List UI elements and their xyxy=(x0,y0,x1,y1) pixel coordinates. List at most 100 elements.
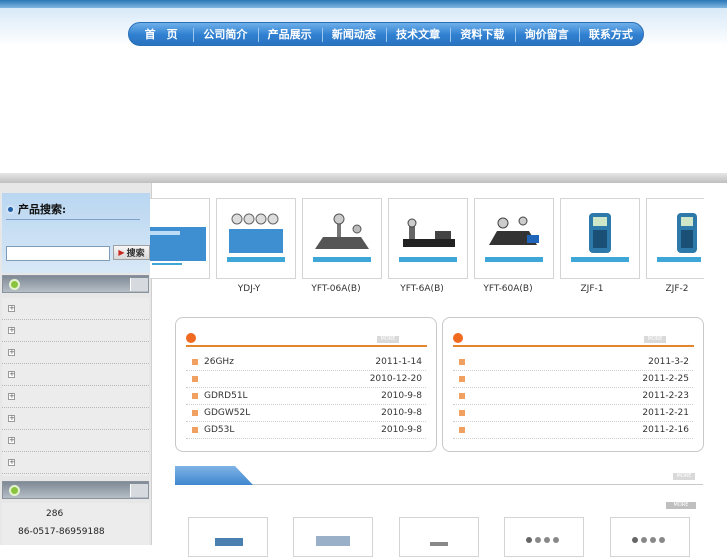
arrow-right-icon: ▶ xyxy=(118,248,125,257)
news-title[interactable]: 26GHz xyxy=(204,357,234,367)
product-thumb[interactable] xyxy=(610,517,690,557)
product-image xyxy=(485,216,543,262)
news-title[interactable]: GDRD51L xyxy=(204,391,248,401)
product-label[interactable]: ZJF-2 xyxy=(637,284,717,294)
news-date: 2010-12-20 xyxy=(369,374,422,384)
nav-home[interactable]: 首 页 xyxy=(129,26,193,42)
nav-tech-articles[interactable]: 技术文章 xyxy=(386,26,450,42)
category-item[interactable]: + xyxy=(2,364,149,386)
news-row[interactable]: GDRD51L 2010-9-8 xyxy=(186,388,426,405)
more-button[interactable]: MORE xyxy=(377,336,399,343)
product-card[interactable] xyxy=(388,198,468,279)
plus-icon: + xyxy=(8,458,15,466)
section-tab xyxy=(175,466,253,485)
bullet-icon xyxy=(459,427,465,433)
contact-line: 286 xyxy=(46,509,64,519)
product-label[interactable]: ZJF-1 xyxy=(552,284,632,294)
product-card[interactable] xyxy=(560,198,640,279)
plus-icon: + xyxy=(8,370,15,378)
bullet-icon xyxy=(192,393,198,399)
product-image xyxy=(632,537,665,543)
bullet-icon xyxy=(453,333,463,343)
category-item[interactable]: + xyxy=(2,320,149,342)
nav-contact[interactable]: 联系方式 xyxy=(578,26,643,42)
news-date: 2010-9-8 xyxy=(381,425,422,435)
news-date: 2011-2-25 xyxy=(642,374,689,384)
category-item[interactable]: + xyxy=(2,430,149,452)
product-card[interactable] xyxy=(150,198,210,279)
news-row[interactable]: GDGW52L 2010-9-8 xyxy=(186,405,426,422)
category-item[interactable]: + xyxy=(2,408,149,430)
bullet-icon xyxy=(192,410,198,416)
news-panel-right: MORE 2011-3-2 2011-2-25 2011-2-23 2011-2… xyxy=(442,317,704,452)
news-title[interactable]: GDGW52L xyxy=(204,408,250,418)
news-row[interactable]: 2011-2-23 xyxy=(453,388,693,405)
section-header: MORE xyxy=(175,466,703,485)
search-button[interactable]: ▶ 搜索 xyxy=(113,245,150,260)
news-row[interactable]: 2011-2-25 xyxy=(453,371,693,388)
product-image xyxy=(526,537,559,543)
banner-divider xyxy=(0,173,727,183)
more-button[interactable]: MORE xyxy=(673,473,695,480)
news-row[interactable]: GD53L 2010-9-8 xyxy=(186,422,426,439)
category-list: + + + + + + + + xyxy=(2,298,149,476)
news-date: 2011-3-2 xyxy=(648,357,689,367)
category-item[interactable]: + xyxy=(2,342,149,364)
category-item[interactable]: + xyxy=(2,386,149,408)
product-thumb[interactable] xyxy=(293,517,373,557)
news-row[interactable]: 2010-12-20 xyxy=(186,371,426,388)
product-card[interactable] xyxy=(474,198,554,279)
more-button[interactable]: MORE xyxy=(644,336,666,343)
plus-icon: + xyxy=(8,304,15,312)
more-button[interactable]: MORE xyxy=(666,502,696,509)
product-image xyxy=(657,213,701,262)
nav-downloads[interactable]: 资料下载 xyxy=(450,26,514,42)
category-header xyxy=(2,275,149,293)
news-panel-left: MORE 26GHz 2011-1-14 2010-12-20 GDRD51L … xyxy=(175,317,437,452)
nav-news[interactable]: 新闻动态 xyxy=(321,26,386,42)
product-thumb[interactable] xyxy=(504,517,584,557)
contact-header xyxy=(2,481,149,499)
bullet-icon xyxy=(459,393,465,399)
product-card[interactable] xyxy=(302,198,382,279)
bullet-icon xyxy=(192,359,198,365)
bullet-icon xyxy=(9,279,20,290)
header: 首 页 公司简介 产品展示 新闻动态 技术文章 资料下载 询价留言 联系方式 xyxy=(0,8,727,46)
product-label[interactable]: YDJ-Y xyxy=(209,284,289,294)
product-image xyxy=(399,218,457,262)
search-title-label: 产品搜索: xyxy=(18,203,67,216)
news-row[interactable]: 2011-2-21 xyxy=(453,405,693,422)
news-title[interactable]: GD53L xyxy=(204,425,234,435)
news-date: 2011-2-21 xyxy=(642,408,689,418)
top-strip xyxy=(0,0,727,8)
product-search-panel: 产品搜索: ▶ 搜索 xyxy=(2,193,150,273)
news-header: MORE xyxy=(186,333,427,347)
category-item[interactable]: + xyxy=(2,298,149,320)
nav-products[interactable]: 产品展示 xyxy=(257,26,322,42)
news-row[interactable]: 2011-3-2 xyxy=(453,354,693,371)
search-input[interactable] xyxy=(6,246,110,261)
product-card[interactable] xyxy=(646,198,704,279)
nav-inquiry[interactable]: 询价留言 xyxy=(514,26,579,42)
bullet-icon xyxy=(186,333,196,343)
contact-phone: 86-0517-86959188 xyxy=(18,527,105,537)
nav-about[interactable]: 公司简介 xyxy=(193,26,257,42)
product-label[interactable]: YFT-06A(B) xyxy=(296,284,376,294)
product-thumb[interactable] xyxy=(399,517,479,557)
category-item[interactable]: + xyxy=(2,452,149,474)
plus-icon: + xyxy=(8,436,15,444)
news-row[interactable]: 26GHz 2011-1-14 xyxy=(186,354,426,371)
bullet-icon xyxy=(192,427,198,433)
header-tab xyxy=(130,484,148,497)
bullet-icon xyxy=(459,376,465,382)
plus-icon: + xyxy=(8,392,15,400)
product-label[interactable]: YFT-60A(B) xyxy=(468,284,548,294)
product-thumb[interactable] xyxy=(188,517,268,557)
header-tab xyxy=(130,278,148,291)
news-row[interactable]: 2011-2-16 xyxy=(453,422,693,439)
product-card[interactable] xyxy=(216,198,296,279)
bullet-icon xyxy=(459,410,465,416)
sidebar: 产品搜索: ▶ 搜索 + + + + + + + + 286 86-0517-8… xyxy=(0,183,152,545)
plus-icon: + xyxy=(8,414,15,422)
product-label[interactable]: YFT-6A(B) xyxy=(382,284,462,294)
